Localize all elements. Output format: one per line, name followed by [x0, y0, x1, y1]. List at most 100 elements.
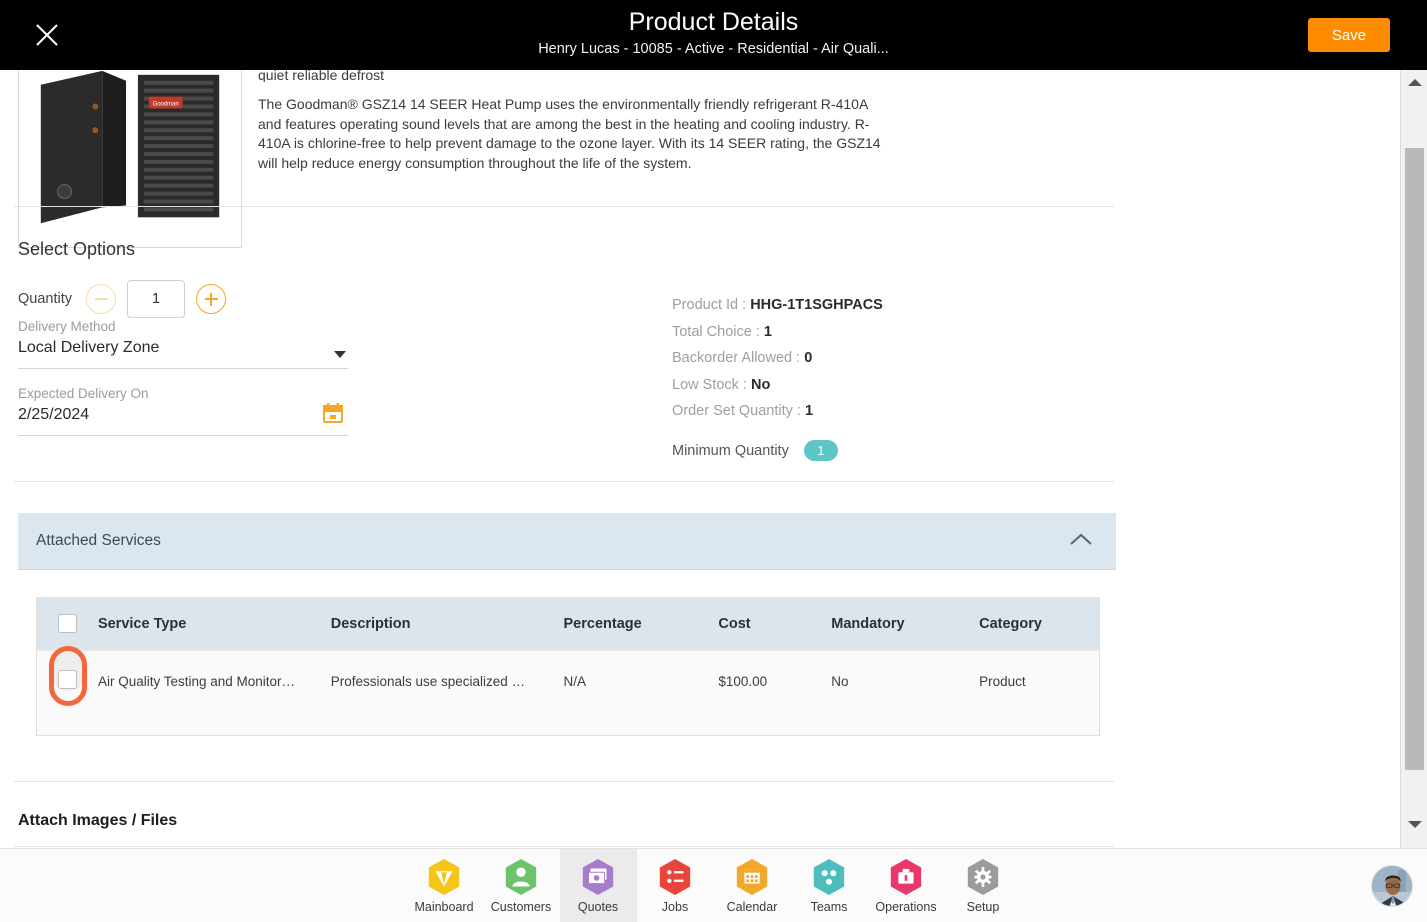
nav-label: Quotes — [577, 900, 619, 914]
app-header: Product Details Henry Lucas - 10085 - Ac… — [0, 0, 1427, 70]
info-value: 1 — [804, 403, 814, 419]
table-header-row: Service Type Description Percentage Cost… — [37, 597, 1099, 650]
cell-category: Product — [979, 674, 1026, 689]
info-line: Order Set Quantity : 1 — [672, 398, 883, 425]
nav-item-operations[interactable]: Operations — [868, 849, 945, 922]
product-description-block: quiet reliable defrost The Goodman® GSZ1… — [258, 70, 888, 173]
quantity-increment-button[interactable] — [196, 284, 226, 314]
nav-item-jobs[interactable]: Jobs — [637, 849, 714, 922]
nav-item-customers[interactable]: Customers — [483, 849, 560, 922]
divider-options — [14, 481, 1114, 482]
cell-cost: $100.00 — [718, 674, 768, 689]
select-all-checkbox[interactable] — [57, 614, 77, 633]
quantity-input[interactable] — [127, 280, 185, 318]
column-header-cost: Cost — [718, 615, 751, 632]
nav-item-calendar[interactable]: Calendar — [714, 849, 791, 922]
info-line: Product Id : HHG-1T1SGHPACS — [672, 292, 883, 319]
minus-icon — [94, 298, 108, 300]
row-select-cell — [37, 646, 98, 706]
content-scroll-area: Goodman quiet reliable defrost The Goodm… — [0, 70, 1400, 848]
product-description: The Goodman® GSZ14 14 SEER Heat Pump use… — [258, 96, 881, 171]
delivery-method-label: Delivery Method — [18, 319, 116, 334]
minimum-quantity-label: Minimum Quantity — [672, 442, 789, 459]
info-line: Backorder Allowed : 0 — [672, 345, 883, 372]
cell-percentage: N/A — [563, 674, 587, 689]
column-header-mandatory: Mandatory — [831, 615, 905, 632]
vertical-scrollbar[interactable] — [1400, 70, 1427, 848]
scroll-down-arrow-icon[interactable] — [1401, 814, 1427, 834]
nav-item-quotes[interactable]: Quotes — [559, 848, 637, 922]
expected-delivery-field[interactable]: Expected Delivery On 2/25/2024 — [18, 385, 348, 436]
nav-label: Operations — [875, 900, 937, 914]
plus-icon-vertical — [210, 292, 212, 306]
attach-images-files-title: Attach Images / Files — [18, 812, 178, 829]
product-description-clipped: quiet reliable defrost — [258, 70, 385, 82]
teams-icon — [813, 858, 845, 896]
nav-label: Customers — [490, 900, 552, 914]
user-avatar[interactable] — [1371, 865, 1413, 907]
nav-item-mainboard[interactable]: Mainboard — [406, 849, 483, 922]
divider-services — [14, 781, 1114, 782]
calendar-icon[interactable] — [322, 402, 344, 429]
info-label: Total Choice : — [672, 323, 760, 340]
chevron-down-icon[interactable] — [334, 351, 346, 358]
mainboard-icon — [428, 858, 460, 896]
jobs-icon — [659, 858, 691, 896]
nav-label: Calendar — [726, 900, 778, 914]
info-label: Product Id : — [672, 297, 747, 313]
divider-attachments — [14, 846, 1114, 847]
quantity-stepper: Quantity — [18, 280, 226, 318]
expected-delivery-value: 2/25/2024 — [18, 406, 90, 423]
operations-icon — [890, 858, 922, 896]
scrollbar-thumb[interactable] — [1405, 148, 1424, 770]
cell-service-type: Air Quality Testing and Monitor… — [97, 674, 296, 689]
save-button[interactable]: Save — [1308, 18, 1390, 52]
select-all-cell — [37, 614, 98, 633]
cell-description: Professionals use specialized … — [330, 674, 526, 689]
table-row: Air Quality Testing and Monitor… Profess… — [37, 646, 1099, 735]
info-label: Backorder Allowed : — [672, 350, 801, 366]
info-value: 0 — [804, 350, 813, 366]
scroll-up-arrow-icon[interactable] — [1401, 72, 1427, 92]
info-label: Order Set Quantity : — [672, 403, 801, 419]
customers-icon — [505, 858, 537, 896]
nav-item-setup[interactable]: Setup — [945, 849, 1022, 922]
column-header-description: Description — [330, 615, 411, 632]
info-value: HHG-1T1SGHPACS — [750, 297, 883, 313]
column-header-category: Category — [979, 615, 1042, 632]
nav-label: Jobs — [661, 900, 689, 914]
nav-label: Teams — [810, 900, 848, 914]
calendar-icon — [736, 858, 768, 896]
info-line: Total Choice : 1 — [672, 319, 883, 346]
product-details-screen: Product Details Henry Lucas - 10085 - Ac… — [0, 0, 1427, 922]
attached-services-accordion-header[interactable]: Attached Services — [18, 513, 1116, 570]
attached-services-table: Service Type Description Percentage Cost… — [36, 597, 1100, 736]
divider-top — [14, 206, 1114, 207]
info-label: Low Stock : — [672, 376, 747, 393]
attached-services-title: Attached Services — [36, 532, 161, 549]
minimum-quantity-row: Minimum Quantity 1 — [672, 440, 838, 461]
info-line: Low Stock : No — [672, 372, 883, 399]
quantity-label: Quantity — [18, 291, 72, 307]
info-value: 1 — [763, 323, 772, 340]
cell-mandatory: No — [831, 674, 849, 689]
expected-delivery-label: Expected Delivery On — [18, 386, 149, 401]
page-title: Product Details — [628, 8, 799, 36]
quantity-decrement-button[interactable] — [86, 284, 116, 314]
svg-text:Goodman: Goodman — [153, 102, 179, 108]
info-value: No — [750, 376, 771, 393]
delivery-method-select[interactable]: Delivery Method Local Delivery Zone — [18, 318, 348, 369]
product-image: Goodman — [18, 70, 242, 248]
nav-item-teams[interactable]: Teams — [791, 849, 868, 922]
bottom-navigation: Mainboard Customers Quotes Jobs Calendar… — [0, 848, 1427, 922]
chevron-up-icon[interactable] — [1068, 532, 1094, 553]
quotes-icon — [582, 858, 614, 896]
row-checkbox[interactable] — [57, 670, 77, 689]
nav-label: Mainboard — [414, 900, 474, 914]
nav-label: Setup — [966, 900, 1000, 914]
column-header-service-type: Service Type — [97, 615, 187, 632]
column-header-percentage: Percentage — [563, 615, 642, 632]
setup-icon — [967, 858, 999, 896]
minimum-quantity-badge: 1 — [803, 440, 838, 461]
header-titles: Product Details Henry Lucas - 10085 - Ac… — [0, 6, 1427, 60]
